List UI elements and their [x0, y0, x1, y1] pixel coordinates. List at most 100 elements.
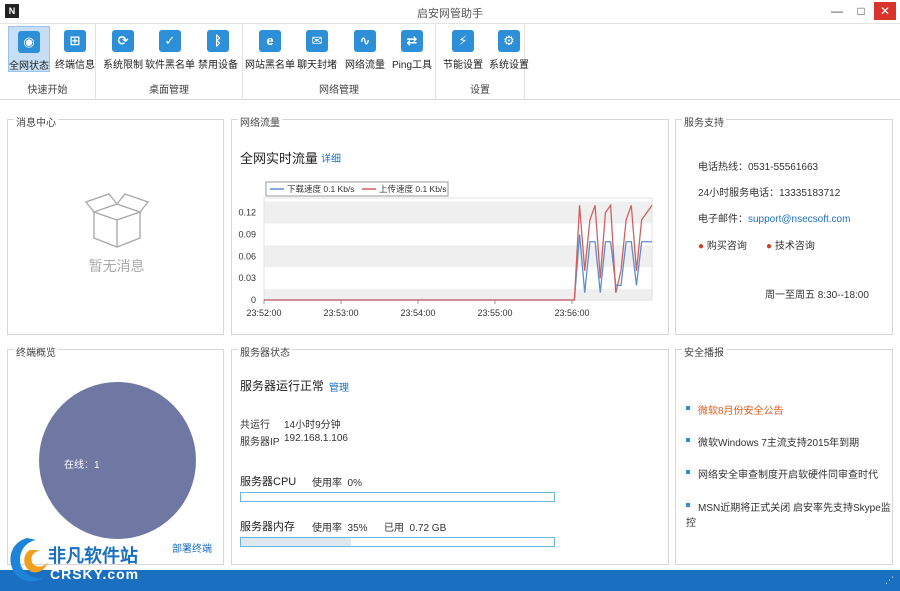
restrict-icon: ⟳: [112, 30, 134, 52]
legend-label: 下载速度 0.1 Kb/s: [287, 184, 355, 194]
uptime-value: 14小时9分钟: [284, 420, 341, 431]
cpu-usage-text: 使用率 0%: [312, 478, 363, 489]
check-icon: ✓: [159, 30, 181, 52]
ribbon-button[interactable]: ᛒ 禁用设备: [197, 26, 239, 72]
memory-progress-fill: [241, 538, 351, 546]
news-item[interactable]: MSN近期将正式关闭 启安率先支持Skype监控: [686, 499, 892, 529]
x-tick-label: 23:52:00: [246, 308, 281, 318]
traffic-heading: 全网实时流量: [240, 151, 319, 166]
close-button[interactable]: ✕: [874, 2, 896, 20]
news-item-text: 网络安全审查制度开启软硬件同审查时代: [698, 470, 878, 481]
ribbon-button[interactable]: ✓ 软件黑名单: [145, 26, 195, 72]
ribbon-button[interactable]: ◉ 全网状态: [8, 26, 50, 72]
news-item[interactable]: 微软8月份安全公告: [686, 402, 784, 417]
panel-title: 安全播报: [682, 344, 726, 359]
minimize-button[interactable]: —: [826, 2, 848, 20]
x-tick-label: 23:55:00: [477, 308, 512, 318]
ribbon-group: ⚡ 节能设置 ⚙ 系统设置设置: [436, 24, 529, 100]
news-item-text: MSN近期将正式关闭 启安率先支持Skype监控: [686, 503, 891, 529]
ping-icon: ⇄: [401, 30, 423, 52]
chat-icon: ✉: [306, 30, 328, 52]
energy-icon: ⚡: [452, 30, 474, 52]
server-status-text: 服务器运行正常: [240, 379, 325, 393]
qq-icon: ●: [766, 241, 773, 252]
ribbon-button-label: 禁用设备: [198, 60, 238, 71]
ribbon-group-label: 快速开始: [27, 85, 68, 96]
online-count-label: 在线：1: [64, 460, 100, 471]
empty-message-text: 暂无消息: [88, 258, 145, 274]
email-row: 电子邮件：support@nsecsoft.com: [698, 210, 850, 225]
ribbon-button-label: 终端信息: [55, 60, 95, 71]
server-manage-link[interactable]: 管理: [329, 379, 349, 394]
chart-band: [264, 201, 652, 224]
ribbon-group: ◉ 全网状态 ⊞ 终端信息快速开始: [0, 24, 96, 100]
y-tick-label: 0.03: [238, 273, 256, 283]
ribbon-button[interactable]: ⚡ 节能设置: [442, 26, 484, 72]
memory-progress-bar: [240, 537, 555, 547]
watermark-cn: 非凡软件站: [48, 546, 138, 566]
x-tick-label: 23:56:00: [554, 308, 589, 318]
windows-icon: ⊞: [64, 30, 86, 52]
globe-icon: ◉: [18, 31, 40, 53]
empty-box-icon: [84, 193, 150, 248]
panel-title: 服务器状态: [238, 344, 292, 359]
watermark-logo: 非凡软件站 CRSKY.com: [4, 530, 164, 590]
email-label: 电子邮件：: [698, 214, 748, 225]
ribbon-toolbar: ◉ 全网状态 ⊞ 终端信息 快速开始 ⟳ 系统限制 ✓ 软件黑名单 ᛒ 禁用设备 桌面管理 e 网站黑名单…: [0, 24, 900, 100]
news-item[interactable]: 网络安全审查制度开启软硬件同审查时代: [686, 466, 878, 481]
ribbon-button-label: 系统限制: [103, 60, 143, 71]
panel-title: 网络流量: [238, 114, 282, 129]
resize-grip-icon[interactable]: ⋰: [885, 575, 894, 586]
ribbon-button-label: 聊天封堵: [297, 60, 337, 71]
panel-title: 终端概览: [14, 344, 58, 359]
y-tick-label: 0.06: [238, 251, 256, 261]
ie-icon: e: [259, 30, 281, 52]
ribbon-button[interactable]: ∿ 网络流量: [344, 26, 386, 72]
ribbon-button[interactable]: e 网站黑名单: [245, 26, 295, 72]
chart-band: [264, 245, 652, 268]
panel-title: 服务支持: [682, 114, 726, 129]
watermark-en: CRSKY.com: [50, 566, 140, 582]
window-title: 启安网管助手: [417, 8, 483, 20]
ribbon-button[interactable]: ⚙ 系统设置: [488, 26, 530, 72]
ribbon-group-label: 设置: [470, 85, 490, 96]
deploy-terminal-link[interactable]: 部署终端: [172, 540, 212, 555]
maximize-button[interactable]: □: [850, 2, 872, 20]
email-link[interactable]: support@nsecsoft.com: [748, 214, 850, 225]
buy-consult-link[interactable]: ● 购买咨询: [698, 237, 747, 252]
traffic-panel: 网络流量 全网实时流量 详细 0.12 0.09 0.06 0.03 0 23:52:00…: [231, 114, 669, 335]
legend-label: 上传速度 0.1 Kb/s: [379, 184, 447, 194]
buy-consult-label: 购买咨询: [706, 241, 747, 252]
hotline-text: 电话热线：0531-55561663: [698, 162, 819, 173]
news-item-text: 微软Windows 7主流支持2015年到期: [698, 438, 860, 449]
ribbon-button-label: 网站黑名单: [245, 60, 295, 71]
online-pie-chart: [39, 382, 196, 539]
ribbon-button-label: 系统设置: [489, 60, 529, 71]
tech-consult-link[interactable]: ● 技术咨询: [766, 237, 815, 252]
ribbon-button[interactable]: ⇄ Ping工具: [391, 26, 433, 72]
security-panel: 安全播报 微软8月份安全公告 微软Windows 7主流支持2015年到期 网络…: [675, 344, 893, 565]
title-bar: N 启安网管助手 — □ ✕: [0, 0, 900, 24]
ribbon-button[interactable]: ⟳ 系统限制: [102, 26, 144, 72]
news-item-text: 微软8月份安全公告: [698, 406, 784, 417]
x-tick-label: 23:54:00: [400, 308, 435, 318]
server-ip-label: 服务器IP: [240, 437, 280, 448]
y-tick-label: 0.12: [238, 208, 256, 218]
uptime-label: 共运行: [240, 420, 270, 431]
ribbon-group: ⟳ 系统限制 ✓ 软件黑名单 ᛒ 禁用设备 桌面管理: [96, 24, 243, 100]
ribbon-button-label: 软件黑名单: [145, 60, 195, 71]
server-ip-value: 192.168.1.106: [284, 433, 348, 444]
bluetooth-icon: ᛒ: [207, 30, 229, 52]
traffic-detail-link[interactable]: 详细: [321, 150, 341, 165]
ribbon-button-label: Ping工具: [391, 60, 432, 71]
ribbon-button[interactable]: ⊞ 终端信息: [54, 26, 96, 72]
ribbon-button[interactable]: ✉ 聊天封堵: [296, 26, 338, 72]
gear-icon: ⚙: [498, 30, 520, 52]
watermark-swirl-icon: [10, 538, 48, 582]
tech-consult-label: 技术咨询: [774, 241, 815, 252]
y-tick-label: 0.09: [238, 229, 256, 239]
ribbon-group-label: 网络管理: [319, 85, 359, 96]
news-item[interactable]: 微软Windows 7主流支持2015年到期: [686, 434, 859, 449]
traffic-chart: 0.12 0.09 0.06 0.03 0 23:52:00 23:53:00 23:54:0…: [238, 181, 653, 318]
message-center-panel: 消息中心 暂无消息: [7, 114, 224, 335]
